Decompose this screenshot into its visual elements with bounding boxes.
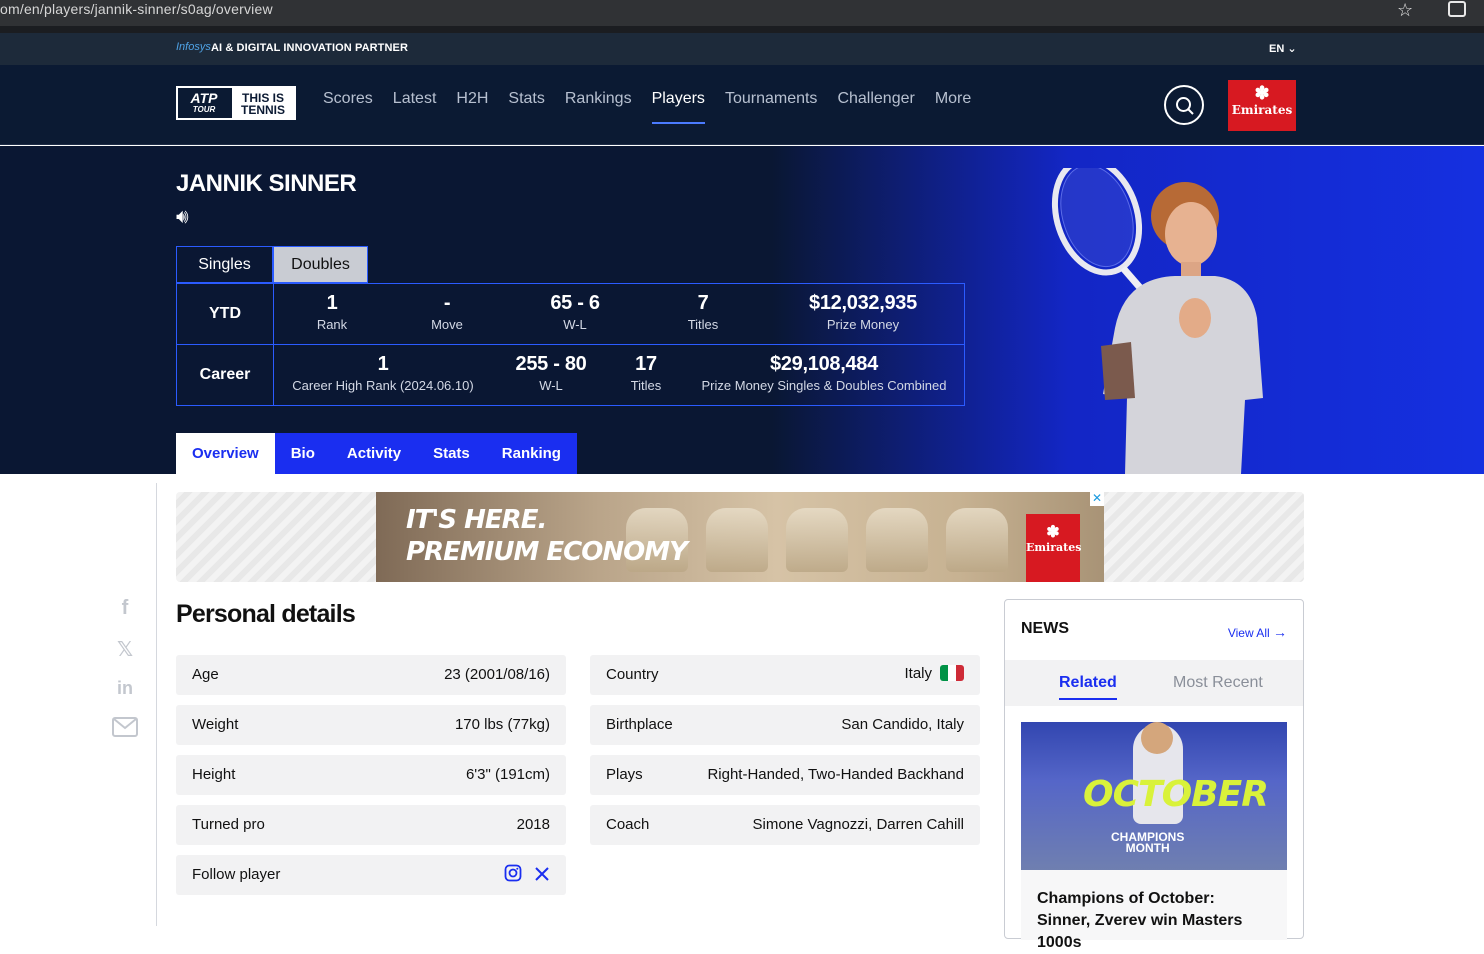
news-panel: NEWS View All → Related Most Recent OCTO… xyxy=(1004,599,1304,951)
ad-banner-container: IT'S HERE. PREMIUM ECONOMY ✽ Emirates ✕ xyxy=(176,492,1304,582)
career-wl: 255 - 80 W-L xyxy=(515,353,587,393)
url-text[interactable]: om/en/players/jannik-sinner/s0ag/overvie… xyxy=(0,1,273,17)
player-name: JANNIK SINNER xyxy=(176,170,357,197)
content-divider xyxy=(156,483,157,926)
language-selector[interactable]: EN ⌄ xyxy=(1269,42,1297,55)
tab-doubles[interactable]: Doubles xyxy=(273,246,368,283)
emirates-ad[interactable]: IT'S HERE. PREMIUM ECONOMY ✽ Emirates ✕ xyxy=(376,492,1104,582)
bookmark-star-icon[interactable]: ☆ xyxy=(1397,0,1413,21)
detail-row-country: Country Italy xyxy=(590,655,980,695)
news-tabs: Related Most Recent xyxy=(1005,660,1303,706)
italy-flag-icon xyxy=(940,665,964,681)
pronunciation-speaker-icon[interactable]: 🔊︎ xyxy=(176,206,189,229)
career-titles: 17 Titles xyxy=(630,353,662,393)
facebook-share-icon[interactable]: f xyxy=(112,597,138,620)
logo-tagline: THIS IS TENNIS xyxy=(230,88,294,118)
tab-overview[interactable]: Overview xyxy=(176,433,275,474)
partner-tagline: AI & DIGITAL INNOVATION PARTNER xyxy=(211,42,409,54)
detail-row-follow-player: Follow player xyxy=(176,855,566,895)
nav-menu: Scores Latest H2H Stats Rankings Players… xyxy=(323,90,991,124)
tab-most-recent[interactable]: Most Recent xyxy=(1173,674,1263,692)
detail-row-weight: Weight 170 lbs (77kg) xyxy=(176,705,566,745)
browser-separator xyxy=(0,26,1484,33)
browser-address-bar: om/en/players/jannik-sinner/s0ag/overvie… xyxy=(0,0,1484,26)
nav-item-scores[interactable]: Scores xyxy=(323,90,373,122)
detail-row-age: Age 23 (2001/08/16) xyxy=(176,655,566,695)
ad-close-icon[interactable]: ✕ xyxy=(1090,492,1104,506)
email-share-icon[interactable] xyxy=(112,716,138,744)
nav-item-h2h[interactable]: H2H xyxy=(456,90,488,122)
instagram-icon[interactable] xyxy=(504,864,522,882)
player-photo xyxy=(1051,168,1263,474)
tab-stats[interactable]: Stats xyxy=(417,433,486,474)
personal-details-title: Personal details xyxy=(176,600,356,628)
ytd-move: - Move xyxy=(431,292,463,332)
news-title: NEWS xyxy=(1021,620,1069,637)
player-sub-tabs: Overview Bio Activity Stats Ranking xyxy=(176,433,577,474)
tab-singles[interactable]: Singles xyxy=(176,246,273,283)
ytd-label: YTD xyxy=(177,284,274,344)
career-label: Career xyxy=(177,345,274,406)
emirates-sponsor-logo[interactable]: ✽ Emirates xyxy=(1228,80,1296,131)
ytd-prize-money: $12,032,935 Prize Money xyxy=(809,292,917,332)
ad-emirates-logo: ✽ Emirates xyxy=(1026,514,1081,582)
detail-row-plays: Plays Right-Handed, Two-Handed Backhand xyxy=(590,755,980,795)
emirates-calligraphy-icon: ✽ xyxy=(1254,83,1270,104)
nav-item-challenger[interactable]: Challenger xyxy=(837,90,914,122)
career-stats-row: Career 1 Career High Rank (2024.06.10) 25… xyxy=(177,345,964,406)
ad-headline: IT'S HERE. PREMIUM ECONOMY xyxy=(406,505,688,567)
ytd-rank: 1 Rank xyxy=(316,292,348,332)
nav-item-players[interactable]: Players xyxy=(651,90,706,124)
ytd-titles: 7 Titles xyxy=(687,292,719,332)
detail-row-birthplace: Birthplace San Candido, Italy xyxy=(590,705,980,745)
search-button[interactable] xyxy=(1164,85,1204,125)
detail-row-turned-pro: Turned pro 2018 xyxy=(176,805,566,845)
x-icon[interactable] xyxy=(534,866,550,882)
atp-mark: ATP TOUR xyxy=(190,90,218,114)
player-stats-table: YTD 1 Rank - Move 65 - 6 W-L 7 Titles $12,03… xyxy=(176,283,965,406)
news-headline[interactable]: Champions of October: Sinner, Zverev win… xyxy=(1021,870,1287,951)
tab-related[interactable]: Related xyxy=(1059,674,1117,700)
nav-item-tournaments[interactable]: Tournaments xyxy=(725,90,818,122)
nav-item-rankings[interactable]: Rankings xyxy=(565,90,632,122)
search-icon xyxy=(1176,97,1194,115)
infosys-logo[interactable]: Infosys xyxy=(176,41,211,53)
career-high-rank: 1 Career High Rank (2024.06.10) xyxy=(292,353,474,393)
news-thumbnail[interactable]: OCTOBER CHAMPIONS MONTH xyxy=(1021,722,1287,870)
tab-activity[interactable]: Activity xyxy=(331,433,417,474)
player-hero: JANNIK SINNER 🔊︎ Singles Doubles YTD 1 Ra… xyxy=(0,146,1484,474)
tab-bio[interactable]: Bio xyxy=(275,433,331,474)
detail-row-height: Height 6'3" (191cm) xyxy=(176,755,566,795)
arrow-right-icon: → xyxy=(1273,624,1287,640)
linkedin-share-icon[interactable]: in xyxy=(112,678,138,699)
nav-item-more[interactable]: More xyxy=(935,90,971,122)
x-share-icon[interactable]: 𝕏 xyxy=(112,637,138,662)
nav-item-stats[interactable]: Stats xyxy=(508,90,544,122)
ytd-wl: 65 - 6 W-L xyxy=(550,292,600,332)
nav-item-latest[interactable]: Latest xyxy=(393,90,437,122)
career-prize-money: $29,108,484 Prize Money Singles & Doubles… xyxy=(701,353,947,393)
ytd-stats-row: YTD 1 Rank - Move 65 - 6 W-L 7 Titles $12,03… xyxy=(177,284,964,345)
thumbnail-subtitle: CHAMPIONS MONTH xyxy=(1111,830,1185,855)
tab-ranking[interactable]: Ranking xyxy=(486,433,577,474)
atp-logo[interactable]: ATP TOUR THIS IS TENNIS xyxy=(176,86,296,120)
detail-row-coach: Coach Simone Vagnozzi, Darren Cahill xyxy=(590,805,980,845)
view-all-link[interactable]: View All → xyxy=(1228,624,1287,640)
format-tabs: Singles Doubles xyxy=(176,246,368,283)
partner-bar: Infosys AI & DIGITAL INNOVATION PARTNER … xyxy=(0,33,1484,65)
extensions-icon[interactable] xyxy=(1448,1,1466,17)
thumbnail-title: OCTOBER xyxy=(1083,774,1269,815)
